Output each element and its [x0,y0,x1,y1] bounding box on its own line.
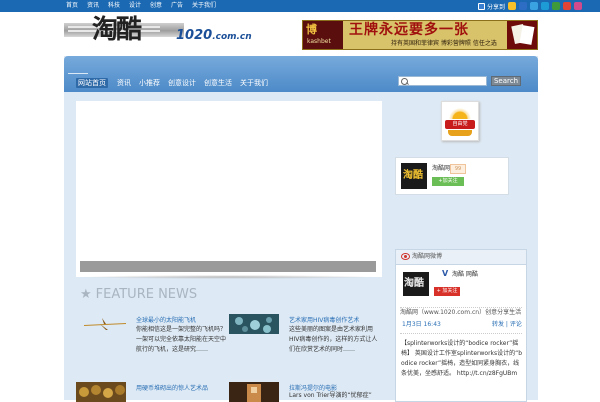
share-icon [478,2,485,10]
main-nav: 网站首页 资讯 小推荐 创意设计 创意生活 关于我们 [64,56,538,92]
nav-item-news[interactable]: 资讯 [117,78,131,88]
avatar[interactable]: 淘酷 [401,163,427,189]
share-weibo-icon[interactable] [563,2,572,10]
top-link-ads[interactable]: 广告 [171,1,185,10]
search-icon [401,78,408,85]
search-box [398,76,487,86]
news-thumb-film[interactable] [229,382,279,402]
nav-highlight-line [68,73,88,74]
nav-item-creative-design[interactable]: 创意设计 [168,78,196,88]
top-link-home[interactable]: 首页 [66,1,80,10]
top-link-about[interactable]: 关于我们 [192,1,216,10]
verified-v-icon: V [442,269,449,278]
top-link-tech[interactable]: 科技 [108,1,122,10]
share-douban-icon[interactable] [552,2,561,10]
top-links: 首页 资讯 科技 设计 创意 广告 关于我们 [66,1,216,10]
share-renren-icon[interactable] [519,2,528,10]
logo-chinese: 淘酷 [92,15,142,45]
avatar[interactable]: 淘酷 [403,272,429,296]
share-button[interactable]: 分享到 [478,1,505,11]
nav-item-recommend[interactable]: 小推荐 [139,78,160,88]
banner-brand: 博 kashbet [303,21,343,49]
nav-item-home[interactable]: 网站首页 [76,78,108,88]
news-thumb-virus[interactable] [229,314,279,334]
slideshow-caption-bar [80,261,376,272]
logo-domain: 1020.com.cn [176,28,252,43]
badge-base [448,130,472,136]
sun-icon [449,105,471,119]
weibo-post: 【splinterworks设计的“bodice rocker”摇椅】 英国设计… [401,340,523,377]
news-desc: 你能相信这是一架完整的飞机吗？一架可以完全依靠太阳能在天空中航行的飞机，这是研究… [136,326,227,353]
weibo-widget: 淘酷网微博 淘酷 V 淘酷 网酷 + 加关注 淘酷网（www.1020.com.… [395,249,527,402]
banner-subline: 持有英国和菲律宾 博彩营牌照 信任之选 [391,40,497,47]
news-title[interactable]: 全球最小的太阳能飞机 [136,317,196,325]
search-button[interactable]: Search [491,76,521,86]
news-title[interactable]: 用硬币堆砌出的惊人艺术品 [136,385,208,393]
search-input[interactable] [399,77,478,85]
weibo-header: 淘酷网微博 [396,250,526,265]
top-link-creative[interactable]: 创意 [150,1,164,10]
news-title[interactable]: 艺术家用HIV病毒创作艺术 [289,317,359,325]
badge-ribbon: 自由党 [445,120,475,129]
weibo-time[interactable]: 1月3日 16:43 [402,321,441,329]
divider [400,333,522,334]
profile-card: 淘酷 淘酷网 99 +加关注 [395,157,509,195]
news-item: 用硬币堆砌出的惊人艺术品 [76,382,226,402]
star-icon: ★ [80,287,92,302]
share-bar: 分享到 [478,1,583,11]
share-qzone-icon[interactable] [508,2,517,10]
news-thumb-plane[interactable] [80,314,130,334]
badge-widget[interactable]: 自由党 [441,101,479,141]
nav-item-creative-life[interactable]: 创意生活 [204,78,232,88]
news-desc: 这些美丽的图案是由艺术家利用HIV病毒创作的，这样的方式让人们在欣赏艺术的同时…… [289,326,378,353]
slideshow[interactable] [76,101,382,277]
news-thumb-coins[interactable] [76,382,126,402]
weibo-actions[interactable]: 转发 | 评论 [492,321,522,329]
weibo-name[interactable]: 淘酷 网酷 [452,271,478,279]
news-item: 拉斯冯提尔的电影 Lars von Trier导演的“忧郁症” [229,382,379,402]
weibo-eye-icon [401,253,410,260]
site-logo[interactable]: 淘酷 1020.com.cn [64,14,252,46]
add-follow-button[interactable]: + 加关注 [434,287,460,296]
top-link-design[interactable]: 设计 [129,1,143,10]
share-label: 分享到 [487,3,506,11]
banner-headline: 王牌永远要多一张 [349,22,469,38]
profile-name[interactable]: 淘酷网 [432,165,450,173]
top-link-news[interactable]: 资讯 [87,1,101,10]
news-item: 全球最小的太阳能飞机 你能相信这是一架完整的飞机吗？一架可以完全依靠太阳能在天空… [80,314,226,364]
follower-count-badge: 99 [450,164,466,174]
share-kaixin-icon[interactable] [530,2,539,10]
feature-news-heading: ★ FEATURE NEWS [80,287,198,302]
ad-banner[interactable]: 博 kashbet 王牌永远要多一张 持有英国和菲律宾 博彩营牌照 信任之选 [302,20,538,50]
share-more-icon[interactable] [574,2,583,10]
weibo-intro: 淘酷网（www.1020.com.cn）创意分享生活 [400,307,522,316]
slideshow-shadow [80,275,376,279]
share-tqq-icon[interactable] [541,2,550,10]
news-item: 艺术家用HIV病毒创作艺术 这些美丽的图案是由艺术家利用HIV病毒创作的，这样的… [229,314,379,364]
nav-item-about[interactable]: 关于我们 [240,78,268,88]
follow-button[interactable]: +加关注 [432,177,464,186]
playing-cards-icon [507,21,537,49]
